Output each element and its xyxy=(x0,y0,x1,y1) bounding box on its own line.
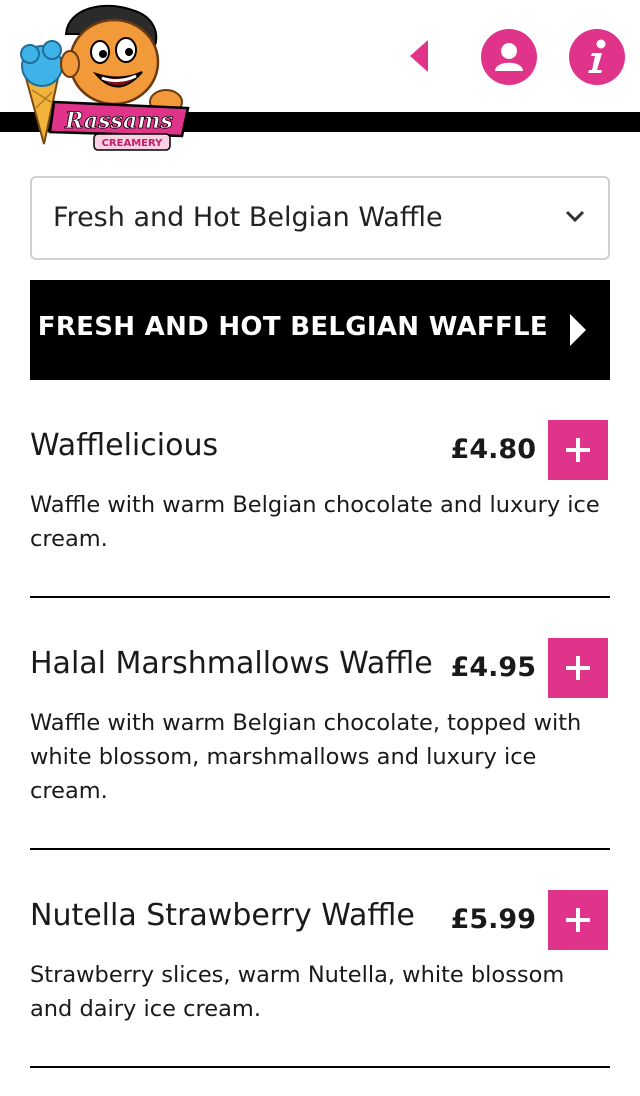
item-divider xyxy=(30,1066,610,1068)
item-divider xyxy=(30,848,610,850)
add-to-cart-button[interactable] xyxy=(548,890,608,950)
category-dropdown[interactable]: Fresh and Hot Belgian Waffle xyxy=(30,176,610,260)
logo-brand-text: Rassams xyxy=(64,108,173,134)
item-name: Wafflelicious xyxy=(30,428,219,463)
app-header: Rassams CREAMERY xyxy=(0,0,640,160)
category-dropdown-value: Fresh and Hot Belgian Waffle xyxy=(53,202,443,233)
item-price: £5.99 xyxy=(450,904,536,935)
category-title: FRESH AND HOT BELGIAN WAFFLE xyxy=(37,312,548,342)
category-header[interactable]: FRESH AND HOT BELGIAN WAFFLE xyxy=(30,280,610,380)
info-button[interactable] xyxy=(569,29,625,85)
plus-icon xyxy=(566,438,590,462)
item-divider xyxy=(30,596,610,598)
menu-item: Wafflelicious £4.80 Waffle with warm Bel… xyxy=(30,420,610,560)
item-price: £4.95 xyxy=(450,652,536,683)
plus-icon xyxy=(566,656,590,680)
plus-icon xyxy=(566,908,590,932)
item-name: Nutella Strawberry Waffle xyxy=(30,898,415,933)
back-arrow-icon xyxy=(410,40,428,72)
menu-item: Halal Marshmallows Waffle £4.95 Waffle w… xyxy=(30,638,610,818)
chevron-down-icon xyxy=(565,210,585,223)
chevron-right-icon xyxy=(570,314,586,346)
item-description: Waffle with warm Belgian chocolate and l… xyxy=(30,492,600,552)
item-price: £4.80 xyxy=(450,434,536,465)
rassams-logo[interactable]: Rassams CREAMERY xyxy=(14,4,194,156)
account-button[interactable] xyxy=(481,29,537,85)
back-button[interactable] xyxy=(404,36,438,76)
menu-item: Nutella Strawberry Waffle £5.99 Strawber… xyxy=(30,890,610,1030)
add-to-cart-button[interactable] xyxy=(548,638,608,698)
logo-sub-text: CREAMERY xyxy=(102,138,164,149)
item-name: Halal Marshmallows Waffle xyxy=(30,646,433,681)
user-icon xyxy=(495,43,523,71)
add-to-cart-button[interactable] xyxy=(548,420,608,480)
info-icon xyxy=(588,39,606,73)
item-description: Strawberry slices, warm Nutella, white b… xyxy=(30,962,565,1022)
item-description: Waffle with warm Belgian chocolate, topp… xyxy=(30,710,582,804)
logo-image: Rassams CREAMERY xyxy=(20,4,190,151)
